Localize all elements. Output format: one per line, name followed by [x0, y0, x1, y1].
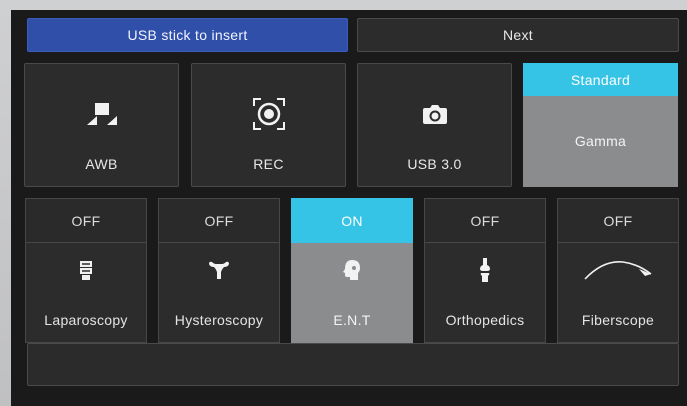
mode-orthopedics[interactable]: OFF Orthopedics [424, 198, 546, 343]
intestine-icon [26, 255, 146, 285]
usb3-button[interactable]: USB 3.0 [357, 63, 512, 187]
knee-joint-icon [425, 255, 545, 285]
status-bar [27, 343, 679, 386]
rec-label: REC [253, 156, 284, 172]
camera-icon [358, 94, 511, 134]
mode-button[interactable]: Hysteroscopy [158, 243, 280, 343]
gamma-mode-indicator[interactable]: Standard [523, 63, 678, 96]
mode-state-indicator[interactable]: OFF [424, 198, 546, 243]
mode-laparoscopy[interactable]: OFF Laparoscopy [25, 198, 147, 343]
mode-button[interactable]: Orthopedics [424, 243, 546, 343]
mode-state-label: OFF [470, 212, 500, 229]
mode-state-label: OFF [204, 212, 234, 229]
fiberscope-icon [558, 255, 678, 285]
mode-label: Orthopedics [445, 312, 525, 328]
mode-state-indicator[interactable]: ON [291, 198, 413, 243]
mode-button[interactable]: E.N.T [291, 243, 413, 343]
awb-label: AWB [85, 156, 118, 172]
mode-button[interactable]: Laparoscopy [25, 243, 147, 343]
mode-state-label: OFF [603, 212, 633, 229]
usb-insert-button[interactable]: USB stick to insert [27, 18, 348, 52]
mode-state-indicator[interactable]: OFF [158, 198, 280, 243]
mode-state-label: ON [341, 212, 363, 229]
uterus-icon [159, 255, 279, 285]
mode-ent[interactable]: ON E.N.T [291, 198, 413, 343]
awb-button[interactable]: AWB [24, 63, 179, 187]
record-icon [192, 94, 345, 134]
mode-fiberscope[interactable]: OFF Fiberscope [557, 198, 679, 343]
mode-hysteroscopy[interactable]: OFF Hysteroscopy [158, 198, 280, 343]
usb-insert-label: USB stick to insert [127, 27, 248, 43]
mode-label: Laparoscopy [44, 312, 128, 328]
gamma-mode-label: Standard [570, 71, 631, 88]
gamma-toggle[interactable]: Standard Gamma [523, 63, 678, 187]
mode-label: Fiberscope [581, 312, 655, 328]
rec-button[interactable]: REC [191, 63, 346, 187]
touch-screen: USB stick to insert Next AWB REC USB 3.0… [11, 10, 687, 406]
mode-label: E.N.T [333, 312, 371, 328]
mode-state-indicator[interactable]: OFF [25, 198, 147, 243]
mode-label: Hysteroscopy [174, 312, 264, 328]
mode-button[interactable]: Fiberscope [557, 243, 679, 343]
usb3-label: USB 3.0 [407, 156, 462, 172]
gamma-button[interactable]: Gamma [523, 96, 678, 187]
mode-state-indicator[interactable]: OFF [557, 198, 679, 243]
next-label: Next [503, 27, 533, 43]
white-balance-icon [25, 94, 178, 134]
gamma-label: Gamma [574, 133, 627, 149]
next-button[interactable]: Next [357, 18, 679, 52]
mode-state-label: OFF [71, 212, 101, 229]
head-profile-icon [292, 255, 412, 285]
